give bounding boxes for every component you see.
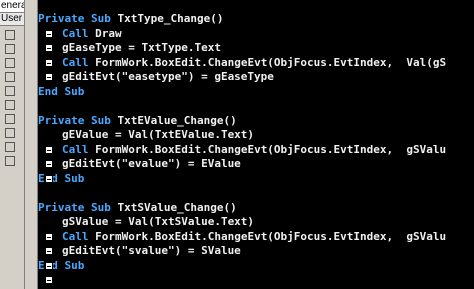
code-text: TxtSValue_Change() [117, 200, 237, 214]
code-line[interactable] [38, 99, 474, 114]
collapse-box-icon[interactable] [45, 44, 53, 52]
code-line[interactable]: Private Sub TxtSValue_Change() [38, 201, 474, 216]
tab-general[interactable]: eneral [0, 0, 24, 13]
toolbox-control-icon[interactable] [5, 58, 15, 68]
code-text: gEValue = Val(TxtEValue.Text) [62, 128, 255, 141]
code-line[interactable]: End Sub [38, 85, 474, 100]
code-line[interactable]: Call Draw [38, 27, 474, 42]
code-text: gEaseType = TxtType.Text [62, 41, 221, 54]
code-line[interactable]: gEditEvt("svalue") = SValue [38, 244, 474, 259]
toolbox-control-icon[interactable] [5, 86, 15, 96]
code-line[interactable]: Private Sub TxtEValue_Change() [38, 114, 474, 129]
toolbox-control-icon[interactable] [5, 72, 15, 82]
code-line[interactable]: Call FormWork.BoxEdit.ChangeEvt(ObjFocus… [38, 56, 474, 71]
collapse-box-icon[interactable] [45, 174, 53, 183]
code-line[interactable] [38, 186, 474, 201]
collapse-box-icon[interactable] [45, 29, 53, 38]
code-text: TxtEValue_Change() [117, 113, 237, 127]
code-text: gSValue = Val(TxtSValue.Text) [62, 215, 255, 228]
code-keyword: Call [62, 26, 96, 40]
code-line[interactable]: Call FormWork.BoxEdit.ChangeEvt(ObjFocus… [38, 143, 474, 158]
code-text: FormWork.BoxEdit.ChangeEvt(ObjFocus.EvtI… [95, 55, 447, 69]
toolbox-control-icon[interactable] [5, 114, 15, 124]
toolbox-control-icon[interactable] [5, 156, 15, 166]
code-line[interactable] [38, 273, 474, 288]
collapse-box-icon[interactable] [45, 261, 53, 270]
code-keyword: Private Sub [38, 113, 118, 127]
code-line[interactable]: End Sub [38, 172, 474, 187]
code-text: gEditEvt("evalue") = EValue [62, 157, 241, 170]
toolbox-control-icon[interactable] [5, 100, 15, 110]
code-line[interactable]: End Sub [38, 259, 474, 274]
code-text: Draw [95, 26, 122, 40]
collapse-box-icon[interactable] [45, 160, 53, 168]
toolbox-control-icon[interactable] [5, 44, 15, 54]
code-keyword: Call [62, 55, 96, 69]
code-text: TxtType_Change() [117, 12, 224, 25]
collapse-box-icon[interactable] [45, 232, 53, 241]
code-text: gEditEvt("svalue") = SValue [62, 244, 241, 257]
code-text: gEditEvt("easetype") = gEaseType [62, 70, 274, 83]
code-editor[interactable]: Private Sub TxtType_Change() Call Draw gEa… [38, 12, 474, 288]
code-text: FormWork.BoxEdit.ChangeEvt(ObjFocus.EvtI… [95, 229, 447, 243]
code-keyword: Private Sub [38, 200, 118, 214]
tab-user[interactable]: User [0, 13, 24, 26]
code-line[interactable]: Private Sub TxtType_Change() [38, 12, 474, 27]
toolbox-sidebar: eneral User [0, 0, 25, 289]
code-line[interactable]: gEValue = Val(TxtEValue.Text) [38, 128, 474, 143]
code-line[interactable]: gEditEvt("evalue") = EValue [38, 157, 474, 172]
collapse-box-icon[interactable] [45, 247, 53, 255]
code-keyword: End Sub [38, 84, 85, 98]
code-keyword: Private Sub [38, 12, 118, 25]
code-keyword: Call [62, 142, 96, 156]
toolbox-icons [0, 30, 24, 166]
collapse-box-icon[interactable] [45, 145, 53, 154]
code-line[interactable]: gEaseType = TxtType.Text [38, 41, 474, 56]
code-text: FormWork.BoxEdit.ChangeEvt(ObjFocus.EvtI… [95, 142, 447, 156]
margin-indicator-bar [25, 0, 38, 289]
toolbox-control-icon[interactable] [5, 30, 15, 40]
code-keyword: Call [62, 229, 96, 243]
collapse-box-icon[interactable] [45, 58, 53, 67]
code-line[interactable]: gSValue = Val(TxtSValue.Text) [38, 215, 474, 230]
toolbox-control-icon[interactable] [5, 142, 15, 152]
collapse-box-icon[interactable] [45, 73, 53, 81]
toolbox-control-icon[interactable] [5, 128, 15, 138]
collapse-box-icon[interactable] [45, 276, 53, 284]
code-line[interactable]: gEditEvt("easetype") = gEaseType [38, 70, 474, 85]
code-line[interactable]: Call FormWork.BoxEdit.ChangeEvt(ObjFocus… [38, 230, 474, 245]
